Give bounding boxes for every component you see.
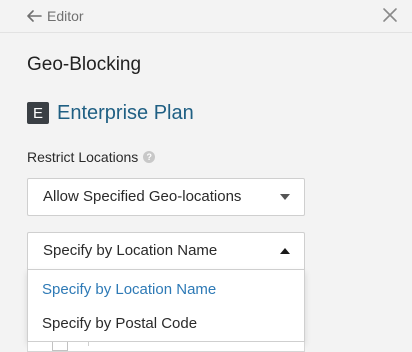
option-postal-code[interactable]: Specify by Postal Code [28, 307, 304, 341]
back-link-label: Editor [47, 8, 84, 24]
geo-location-mode-select[interactable]: Allow Specified Geo-locations [27, 178, 305, 216]
location-method-select[interactable]: Specify by Location Name [27, 232, 305, 270]
option-location-name[interactable]: Specify by Location Name [28, 273, 304, 307]
plan-badge: E [27, 102, 49, 124]
page-title: Geo-Blocking [27, 54, 142, 75]
help-icon[interactable]: ? [143, 151, 156, 163]
top-bar: Editor [0, 0, 412, 33]
row-text-partial [88, 342, 103, 346]
close-button[interactable] [380, 5, 400, 25]
arrow-left-icon [27, 10, 42, 22]
plan-name: Enterprise Plan [57, 101, 194, 124]
location-entry-row-partial [27, 342, 305, 352]
checkbox-partial[interactable] [52, 342, 68, 351]
chevron-down-icon [280, 194, 290, 200]
plan-indicator: E Enterprise Plan [27, 101, 194, 125]
location-method-value: Specify by Location Name [43, 242, 218, 259]
close-icon [383, 8, 397, 22]
restrict-locations-text: Restrict Locations [27, 149, 139, 165]
geo-location-mode-value: Allow Specified Geo-locations [43, 188, 242, 205]
location-method-dropdown-menu: Specify by Location Name Specify by Post… [27, 269, 305, 342]
back-to-editor-link[interactable]: Editor [27, 6, 84, 26]
restrict-locations-label: Restrict Locations ? [27, 148, 156, 166]
chevron-up-icon [280, 248, 290, 254]
